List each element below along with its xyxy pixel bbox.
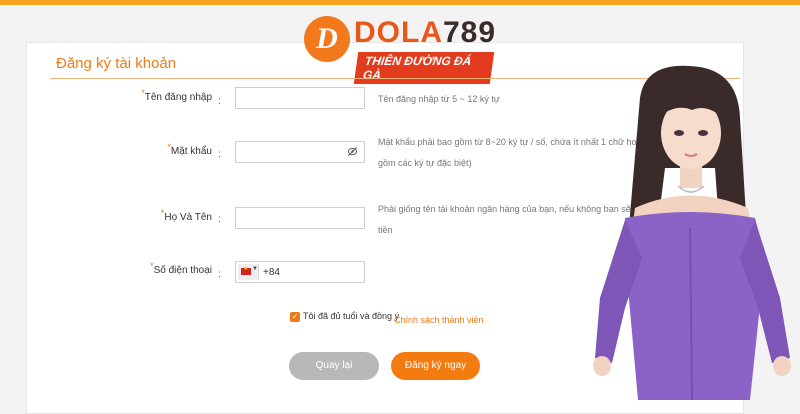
username-input[interactable] (235, 87, 365, 109)
username-hint: Tên đăng nhập từ 5 ~ 12 ký tự (378, 94, 500, 104)
eye-slash-icon[interactable] (347, 146, 358, 160)
vietnam-flag-icon (241, 265, 251, 275)
chevron-down-icon: ▼ (252, 266, 258, 272)
fullname-colon: : (218, 214, 221, 225)
password-input[interactable] (235, 141, 365, 163)
fullname-label: *Họ Và Tên (160, 208, 212, 223)
agree-text: Tôi đã đủ tuổi và đồng ý (303, 311, 400, 321)
logo-mark-icon: D (304, 16, 350, 62)
agree-checkbox[interactable]: ✓ (290, 312, 300, 322)
username-colon: : (218, 96, 221, 107)
fullname-input[interactable] (235, 207, 365, 229)
phone-colon: : (218, 269, 221, 280)
model-illustration (593, 65, 791, 400)
logo-tagline: THIÊN ĐƯỜNG ĐÁ GÀ (353, 52, 495, 84)
phone-country-code: +84 (263, 267, 280, 278)
member-policy-link[interactable]: Chính sách thành viên (394, 315, 484, 325)
logo-wordmark: DOLA789 (354, 16, 497, 49)
password-colon: : (218, 149, 221, 160)
page-title: Đăng ký tài khoản (56, 55, 177, 72)
back-button[interactable]: Quay lại (289, 352, 379, 380)
brand-logo[interactable]: D DOLA789 THIÊN ĐƯỜNG ĐÁ GÀ (300, 14, 495, 84)
country-selector[interactable]: ▼ (238, 264, 259, 280)
top-accent-bar (0, 0, 800, 5)
password-label: *Mật khẩu (167, 142, 212, 157)
username-label: *Tên đăng nhập (141, 88, 212, 103)
phone-input[interactable]: ▼ +84 (235, 261, 365, 283)
register-button[interactable]: Đăng ký ngay (391, 352, 480, 380)
phone-label: *Số điện thoại (150, 261, 212, 276)
